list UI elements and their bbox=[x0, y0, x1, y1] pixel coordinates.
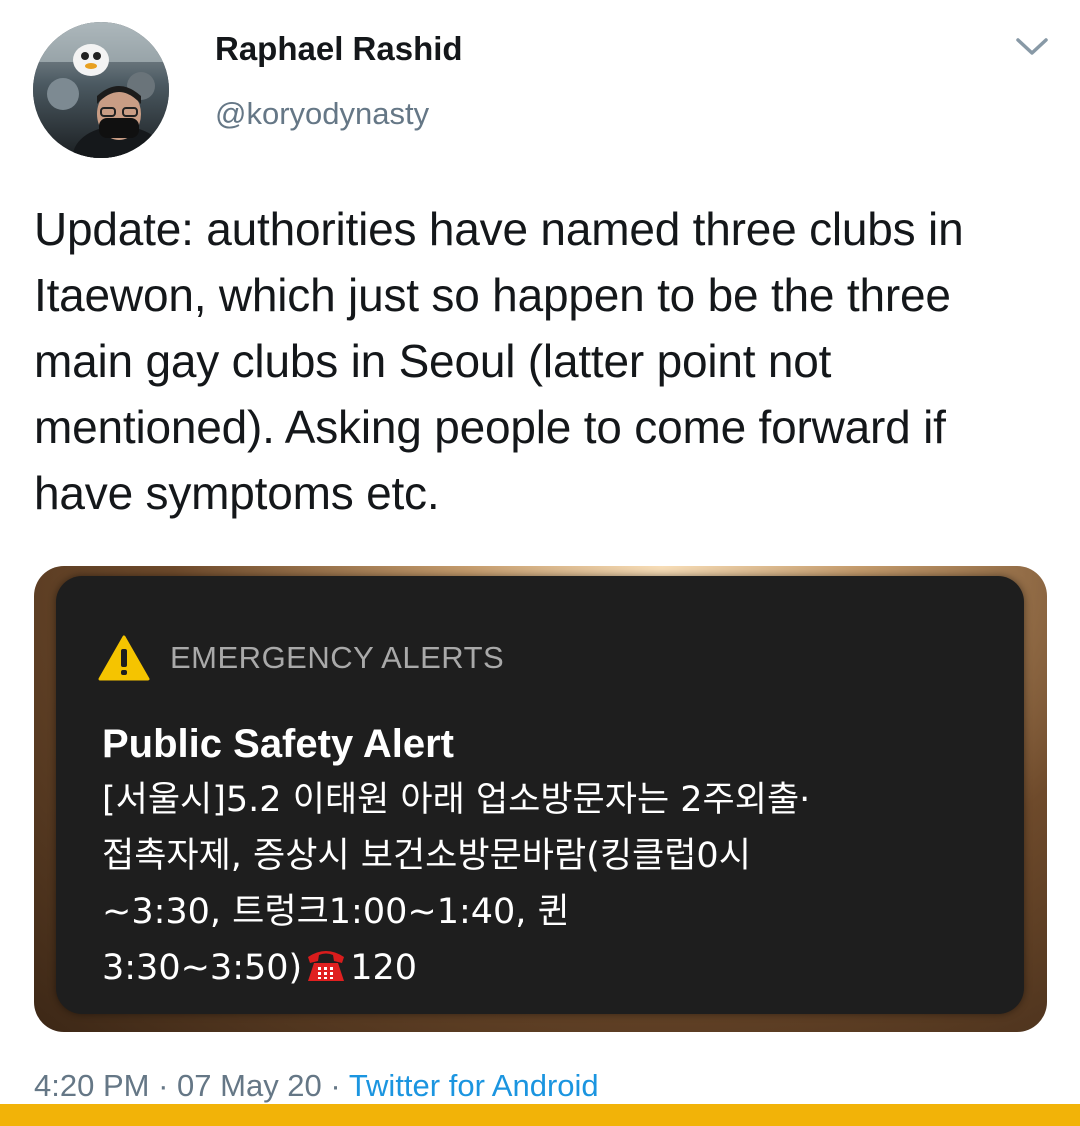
alert-line-text: 3:30~3:50) bbox=[102, 948, 303, 988]
alert-line: 접촉자제, 증상시 보건소방문바람(킹클럽0시 bbox=[102, 836, 751, 876]
telephone-icon bbox=[308, 951, 345, 981]
tweet-time[interactable]: 4:20 PM bbox=[34, 1068, 149, 1103]
author-handle[interactable]: @koryodynasty bbox=[215, 96, 429, 132]
tweet-source-link[interactable]: Twitter for Android bbox=[349, 1068, 599, 1103]
alert-line: ~3:30, 트렁크1:00~1:40, 퀸 bbox=[102, 892, 570, 932]
meta-separator: · bbox=[158, 1068, 169, 1103]
alert-last-line: 3:30~3:50) 120 bbox=[102, 940, 1002, 996]
tweet-metadata: 4:20 PM · 07 May 20 · Twitter for Androi… bbox=[34, 1068, 599, 1104]
meta-separator: · bbox=[330, 1068, 341, 1103]
author-display-name[interactable]: Raphael Rashid bbox=[215, 30, 463, 68]
chevron-down-icon[interactable] bbox=[1012, 30, 1052, 64]
alert-phone-number: 120 bbox=[350, 948, 417, 988]
alert-header-label: EMERGENCY ALERTS bbox=[170, 640, 505, 675]
alert-header: EMERGENCY ALERTS bbox=[98, 634, 504, 682]
warning-icon bbox=[98, 635, 150, 681]
tweet-date[interactable]: 07 May 20 bbox=[177, 1068, 322, 1103]
author-avatar[interactable] bbox=[33, 22, 169, 158]
bottom-bar bbox=[0, 1104, 1080, 1126]
alert-line: [서울시]5.2 이태원 아래 업소방문자는 2주외출· bbox=[102, 780, 811, 820]
tweet-text: Update: authorities have named three clu… bbox=[34, 203, 964, 519]
alert-title: Public Safety Alert bbox=[102, 722, 454, 766]
emergency-alert-card: EMERGENCY ALERTS Public Safety Alert [서울… bbox=[56, 576, 1024, 1014]
tweet-media-image[interactable]: EMERGENCY ALERTS Public Safety Alert [서울… bbox=[34, 566, 1047, 1032]
alert-body: [서울시]5.2 이태원 아래 업소방문자는 2주외출· 접촉자제, 증상시 보… bbox=[102, 772, 1002, 996]
